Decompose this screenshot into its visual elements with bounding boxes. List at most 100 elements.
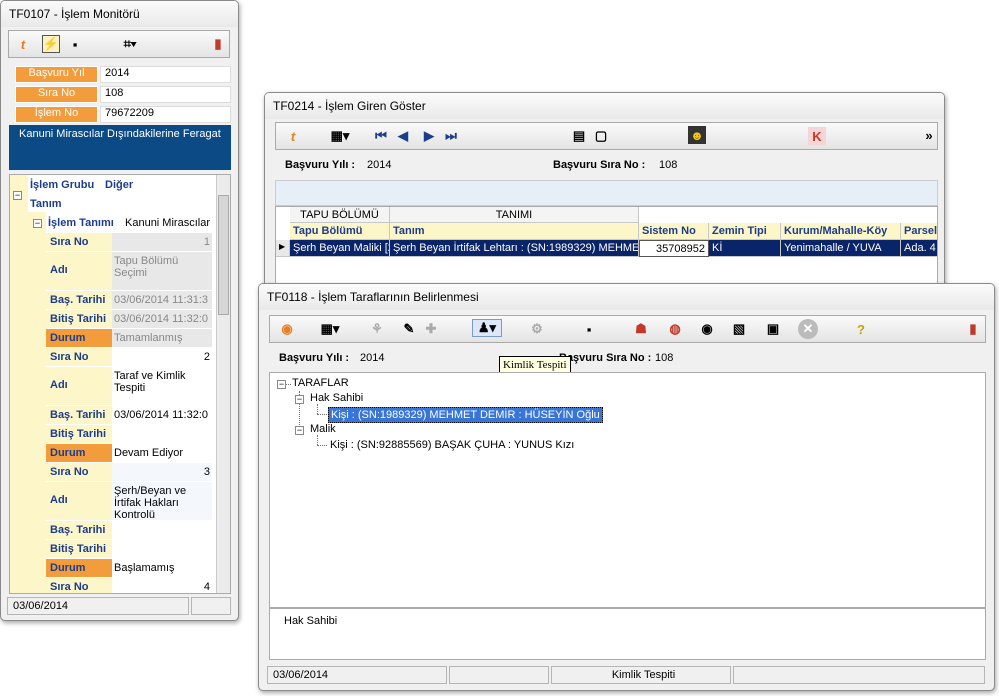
column-header-tanim[interactable]: Tanım	[390, 223, 639, 240]
vertical-scrollbar[interactable]	[216, 175, 230, 593]
grid-label-islem-grubu: İşlem Grubu	[30, 179, 95, 191]
save-icon[interactable]: ▪	[66, 35, 84, 53]
column-header-tapu-bolumu[interactable]: Tapu Bölümü	[290, 223, 390, 240]
step-bas-value: 03/06/2014 11:32:0	[112, 406, 212, 424]
step-bit-value	[112, 540, 212, 558]
table-row-tanim[interactable]: Şerh Beyan İrtifak Lehtarı : (SN:1989329…	[390, 240, 639, 257]
tree-root[interactable]: TARAFLAR	[292, 377, 349, 389]
settings-gear-icon: ⚙	[531, 321, 543, 336]
person-dropdown-icon[interactable]: ♟▾	[472, 319, 502, 337]
step-sira-value: 3	[112, 463, 212, 481]
clipboard-icon[interactable]: ▣	[764, 320, 782, 338]
column-header-sistem-no[interactable]: Sistem No	[639, 223, 709, 240]
table-row-tapu-bolumu[interactable]: Şerh Beyan Maliki [2	[290, 240, 390, 257]
step-adi-label: Adı	[46, 252, 112, 290]
toolbar: t ▦▾ ⏮ ◀ ▶ ⏭ ▤ ▢ ☻ K »	[275, 122, 938, 150]
eye-icon[interactable]: ◉	[698, 320, 716, 338]
step-bas-label: Baş. Tarihi	[46, 406, 112, 424]
memo-box[interactable]: Hak Sahibi	[269, 608, 986, 660]
help-icon[interactable]: ?	[852, 320, 870, 338]
step-bit-label: Bitiş Tarihi	[46, 310, 112, 328]
basvuru-sira-value: 108	[655, 352, 674, 364]
tree-connector	[317, 435, 318, 445]
field-value-islem-no[interactable]: 79672209	[100, 106, 231, 123]
step-sira-label: Sıra No	[46, 578, 112, 593]
add-icon: ✚	[425, 321, 437, 336]
table-row-parsel[interactable]: Ada. 4	[901, 240, 937, 257]
step-bit-label: Bitiş Tarihi	[46, 425, 112, 443]
basvuru-yili-label: Başvuru Yılı :	[279, 352, 350, 364]
document-edit-icon[interactable]: ▧	[730, 320, 748, 338]
islem-giren-goster-window: TF0214 - İşlem Giren Göster t ▦▾ ⏮ ◀ ▶ ⏭…	[264, 92, 945, 302]
collapse-icon[interactable]: −	[13, 191, 22, 200]
save-icon[interactable]: ▪	[580, 320, 598, 338]
record-icon[interactable]: ◉	[278, 320, 296, 338]
document-icon[interactable]: ▤	[570, 127, 588, 145]
collapse-icon[interactable]: −	[33, 219, 42, 228]
toolbar: t ⚡ ▪ ⌗▾ ▮	[8, 30, 230, 58]
step-bas-label: Baş. Tarihi	[46, 291, 112, 309]
grid-menu-icon[interactable]: ▦▾	[326, 127, 354, 145]
grid-menu-icon[interactable]: ▦▾	[316, 320, 344, 338]
tree-node-person[interactable]: Kişi : (SN:92885569) BAŞAK ÇUHA : YUNUS …	[330, 439, 574, 451]
step-durum-value: Başlamamış	[112, 559, 212, 577]
prev-record-icon[interactable]: ◀	[394, 127, 412, 145]
app-logo-icon[interactable]: t	[14, 35, 32, 53]
field-value-basvuru-yil[interactable]: 2014	[100, 66, 231, 83]
layout-dropdown-icon[interactable]: ⌗▾	[115, 35, 145, 53]
step-adi-value: Şerh/Beyan ve İrtifak Hakları Kontrolü	[112, 482, 212, 520]
step-adi-label: Adı	[46, 367, 112, 405]
step-durum-label: Durum	[46, 559, 112, 577]
step-adi-value: Taraf ve Kimlik Tespiti	[112, 367, 212, 405]
grid-left-band	[10, 175, 28, 593]
next-record-icon[interactable]: ▶	[420, 127, 438, 145]
grid-value-islem-grubu: Diğer	[105, 179, 134, 191]
column-header-kurum[interactable]: Kurum/Mahalle-Köy	[781, 223, 901, 240]
new-document-icon[interactable]: ▢	[592, 127, 610, 145]
column-header-parsel[interactable]: Parsel	[901, 223, 937, 240]
tree-node-selected-person[interactable]: Kişi : (SN:1989329) MEHMET DEMİR : HÜSEY…	[328, 407, 603, 423]
grid-value-islem-tanimi: Kanuni Mirascılar	[125, 217, 210, 229]
step-sira-label: Sıra No	[46, 348, 112, 366]
field-label-sira-no: Sıra No	[15, 86, 98, 103]
tree-node-malik[interactable]: Malik	[310, 423, 336, 435]
overflow-chevron-icon[interactable]: »	[920, 126, 938, 144]
collapse-icon[interactable]: −	[295, 426, 304, 435]
window-title: TF0107 - İşlem Monitörü	[1, 1, 238, 27]
person-photo-icon[interactable]: ☻	[688, 126, 706, 144]
window-title: TF0118 - İşlem Taraflarının Belirlenmesi	[259, 284, 994, 310]
basvuru-yili-label: Başvuru Yılı :	[285, 159, 356, 171]
lightning-icon[interactable]: ⚡	[42, 35, 60, 53]
step-durum-label: Durum	[46, 329, 112, 347]
info-strip	[275, 180, 938, 206]
last-record-icon[interactable]: ⏭	[442, 127, 460, 145]
exit-door-icon[interactable]: ▮	[209, 35, 227, 53]
table-row-zemin-tipi[interactable]: Kİ	[709, 240, 781, 257]
step-bit-label: Bitiş Tarihi	[46, 540, 112, 558]
table-row-sistem-no[interactable]: 35708952	[639, 240, 709, 257]
status-panel	[191, 597, 231, 615]
collapse-icon[interactable]: −	[295, 395, 304, 404]
column-header-zemin-tipi[interactable]: Zemin Tipi	[709, 223, 781, 240]
scroll-thumb[interactable]	[218, 195, 229, 315]
exit-door-icon[interactable]: ▮	[964, 320, 982, 338]
step-bas-label: Baş. Tarihi	[46, 521, 112, 539]
app-logo-icon[interactable]: t	[284, 127, 302, 145]
tree-connector	[317, 414, 327, 415]
band-header-tanim: TANIMI	[390, 207, 639, 223]
stamp-icon[interactable]: ◍	[666, 320, 684, 338]
k-icon[interactable]: K	[808, 127, 826, 145]
field-value-sira-no[interactable]: 108	[100, 86, 231, 103]
row-indicator-icon[interactable]: ▶	[276, 240, 290, 257]
collapse-icon[interactable]: −	[277, 380, 286, 389]
step-sira-label: Sıra No	[46, 463, 112, 481]
tree-node-hak-sahibi[interactable]: Hak Sahibi	[310, 392, 363, 404]
window-title: TF0214 - İşlem Giren Göster	[265, 93, 944, 119]
person-card-icon[interactable]: ☗	[632, 320, 650, 338]
basvuru-sira-value: 108	[659, 159, 678, 171]
grid-inner-band	[28, 212, 46, 593]
table-row-kurum[interactable]: Yenimahalle / YUVA	[781, 240, 901, 257]
edit-icon[interactable]: ✎	[400, 320, 418, 338]
tree-connector	[286, 384, 291, 385]
first-record-icon[interactable]: ⏮	[372, 127, 390, 145]
